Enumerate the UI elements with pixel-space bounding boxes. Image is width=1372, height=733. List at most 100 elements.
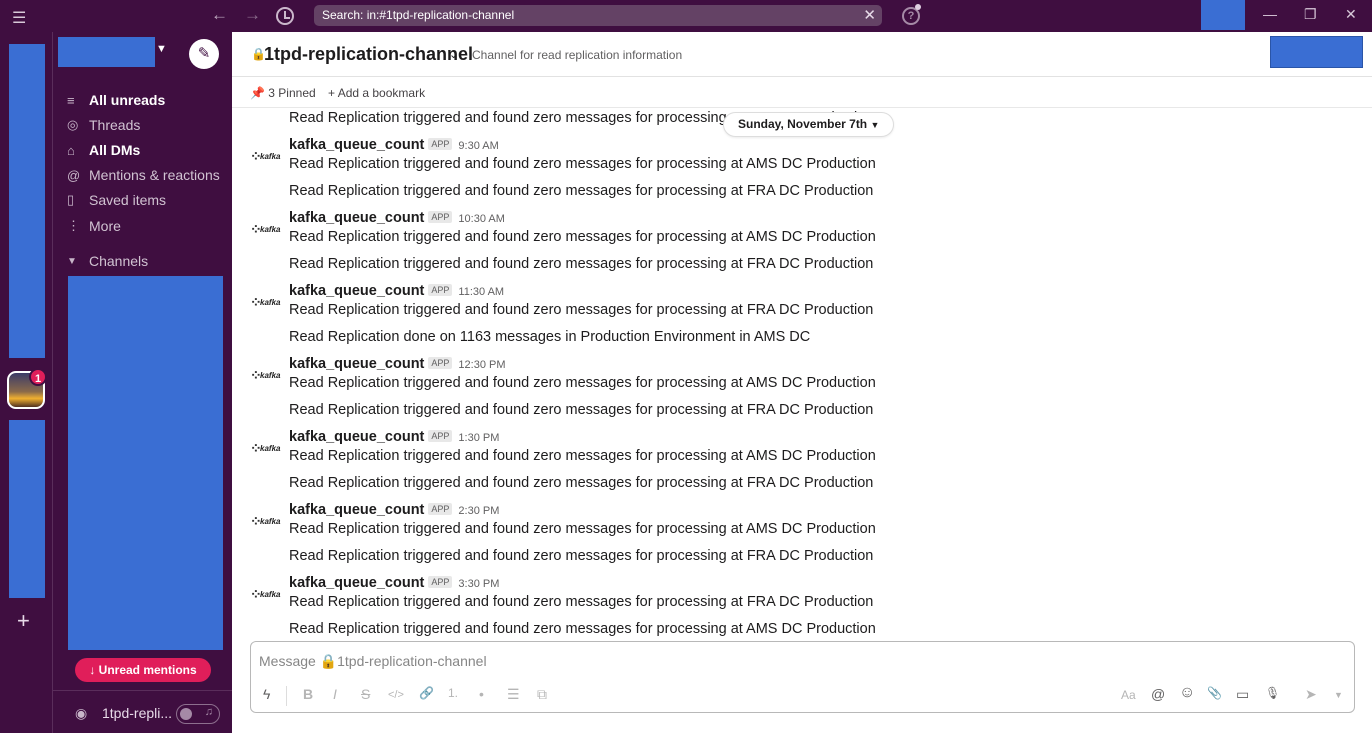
- timestamp[interactable]: 2:30 PM: [458, 505, 499, 517]
- kafka-avatar[interactable]: ⁘ kafka: [250, 220, 282, 242]
- compose-icon[interactable]: ✎: [189, 39, 219, 69]
- audio-clip-button[interactable]: 🎙: [1265, 686, 1280, 700]
- emoji-button[interactable]: ☺: [1179, 684, 1195, 702]
- kafka-avatar[interactable]: ⁘ kafka: [250, 147, 282, 169]
- dms-icon: ⌂: [67, 142, 75, 158]
- app-badge: APP: [428, 503, 453, 515]
- ordered-list-button[interactable]: 1.: [448, 686, 458, 700]
- send-options-chevron-icon[interactable]: ▼: [1334, 690, 1343, 700]
- channels-label: Channels: [89, 253, 149, 269]
- timestamp[interactable]: 9:30 AM: [458, 140, 498, 152]
- author-name[interactable]: kafka_queue_count: [289, 283, 424, 299]
- divider: [286, 686, 287, 706]
- hamburger-menu-icon[interactable]: ☰: [12, 8, 26, 28]
- redacted-workspace-name[interactable]: [58, 37, 155, 67]
- sidebar-item-all-unreads[interactable]: ≡ All unreads: [67, 88, 165, 112]
- close-window-icon[interactable]: ✕: [1345, 6, 1357, 23]
- timestamp[interactable]: 3:30 PM: [458, 578, 499, 590]
- code-button[interactable]: </>: [388, 689, 404, 701]
- sidebar-item-threads[interactable]: ◎ Threads: [67, 113, 140, 137]
- title-bar: ☰ ← → Search: in:#1tpd-replication-chann…: [0, 0, 1372, 32]
- app-badge: APP: [428, 576, 453, 588]
- strikethrough-button[interactable]: S: [361, 686, 370, 702]
- redacted-member-button[interactable]: [1270, 36, 1363, 68]
- timestamp[interactable]: 10:30 AM: [458, 213, 504, 225]
- italic-button[interactable]: I: [333, 686, 337, 702]
- sidebar-item-mentions[interactable]: @ Mentions & reactions: [67, 163, 220, 187]
- sidebar-item-label: More: [89, 218, 121, 234]
- shortcuts-lightning-icon[interactable]: ϟ: [263, 686, 270, 702]
- chevron-down-icon[interactable]: ⌄: [449, 48, 458, 61]
- date-divider-button[interactable]: Sunday, November 7th ▼: [723, 112, 895, 137]
- kafka-avatar[interactable]: ⁘ kafka: [250, 512, 282, 534]
- author-name[interactable]: kafka_queue_count: [289, 356, 424, 372]
- message-header: kafka_queue_count APP 12:30 PM: [289, 355, 506, 373]
- unread-mentions-button[interactable]: ↓ Unread mentions: [75, 658, 211, 682]
- message-header: kafka_queue_count APP 2:30 PM: [289, 501, 499, 519]
- minimize-icon[interactable]: —: [1263, 6, 1277, 22]
- channel-name[interactable]: 1tpd-replication-channel: [264, 44, 473, 65]
- kafka-avatar[interactable]: ⁘ kafka: [250, 366, 282, 388]
- text-format-button[interactable]: Aa: [1121, 688, 1136, 702]
- bulleted-list-button[interactable]: •: [479, 686, 484, 702]
- attach-button[interactable]: 📎: [1207, 686, 1222, 700]
- message-text: Read Replication done on 1163 messages i…: [289, 329, 811, 345]
- clear-search-icon[interactable]: ✕: [863, 5, 876, 26]
- redacted-workspaces[interactable]: [9, 44, 45, 358]
- sidebar-item-all-dms[interactable]: ⌂ All DMs: [67, 138, 140, 162]
- add-bookmark-button[interactable]: + Add a bookmark: [328, 86, 425, 100]
- redacted-workspaces-lower[interactable]: [9, 420, 45, 598]
- sidebar-item-more[interactable]: ⋮ More: [67, 214, 121, 238]
- message-text: Read Replication triggered and found zer…: [289, 156, 876, 172]
- sidebar-item-label: All unreads: [89, 92, 166, 108]
- author-name[interactable]: kafka_queue_count: [289, 502, 424, 518]
- pinned-button[interactable]: 📌 3 Pinned: [250, 86, 316, 100]
- redacted-profile[interactable]: [1201, 0, 1245, 30]
- timestamp[interactable]: 1:30 PM: [458, 432, 499, 444]
- message-text: Read Replication triggered and found zer…: [289, 594, 874, 610]
- add-workspace-icon[interactable]: +: [17, 608, 30, 634]
- code-block-button[interactable]: ⧉: [537, 686, 547, 703]
- channel-topic[interactable]: Channel for read replication information: [472, 48, 682, 62]
- video-clip-button[interactable]: ▭: [1236, 686, 1249, 703]
- author-name[interactable]: kafka_queue_count: [289, 575, 424, 591]
- send-icon[interactable]: ➤: [1305, 686, 1317, 703]
- author-name[interactable]: kafka_queue_count: [289, 137, 424, 153]
- sidebar-item-label: Mentions & reactions: [89, 167, 220, 183]
- sidebar-item-saved[interactable]: ▯ Saved items: [67, 188, 166, 212]
- bookmarks-bar: 📌 3 Pinned + Add a bookmark: [232, 78, 1372, 108]
- message-text: Read Replication triggered and found zer…: [289, 621, 876, 637]
- chevron-down-icon[interactable]: ▼: [156, 43, 167, 55]
- link-button[interactable]: 🔗: [419, 686, 434, 700]
- timestamp[interactable]: 12:30 PM: [458, 359, 505, 371]
- message-input[interactable]: Message 🔒1tpd-replication-channel: [259, 653, 487, 670]
- blockquote-button[interactable]: ☰: [507, 686, 520, 703]
- bold-button[interactable]: B: [303, 686, 313, 702]
- huddle-channel-label[interactable]: 1tpd-repli...: [102, 705, 172, 721]
- restore-icon[interactable]: ❐: [1304, 6, 1317, 23]
- back-arrow-icon[interactable]: ←: [211, 5, 228, 25]
- channels-section-header[interactable]: ▼ Channels: [67, 249, 148, 273]
- threads-icon: ◎: [67, 117, 79, 132]
- forward-arrow-icon[interactable]: →: [244, 5, 261, 25]
- kafka-avatar[interactable]: ⁘ kafka: [250, 585, 282, 607]
- huddle-toggle[interactable]: ♫: [176, 704, 220, 724]
- message-composer[interactable]: Message 🔒1tpd-replication-channel ϟ B I …: [250, 641, 1355, 713]
- kafka-avatar[interactable]: ⁘ kafka: [250, 293, 282, 315]
- kafka-avatar[interactable]: ⁘ kafka: [250, 439, 282, 461]
- history-icon[interactable]: [276, 7, 294, 25]
- sidebar: ▼ ✎ ≡ All unreads ◎ Threads ⌂ All DMs @ …: [52, 32, 233, 733]
- redacted-channel-list[interactable]: [68, 276, 223, 650]
- author-name[interactable]: kafka_queue_count: [289, 429, 424, 445]
- mention-button[interactable]: @: [1151, 686, 1165, 702]
- message-header: kafka_queue_count APP 1:30 PM: [289, 428, 499, 446]
- unreads-icon: ≡: [67, 92, 75, 108]
- headphones-icon: ♫: [204, 706, 213, 718]
- app-badge: APP: [428, 138, 453, 150]
- huddle-icon[interactable]: ◉: [75, 705, 87, 722]
- sidebar-item-label: Saved items: [89, 192, 167, 208]
- search-bar[interactable]: Search: in:#1tpd-replication-channel ✕: [314, 5, 882, 26]
- timestamp[interactable]: 11:30 AM: [458, 286, 504, 298]
- chevron-down-icon: ▼: [870, 120, 880, 130]
- author-name[interactable]: kafka_queue_count: [289, 210, 424, 226]
